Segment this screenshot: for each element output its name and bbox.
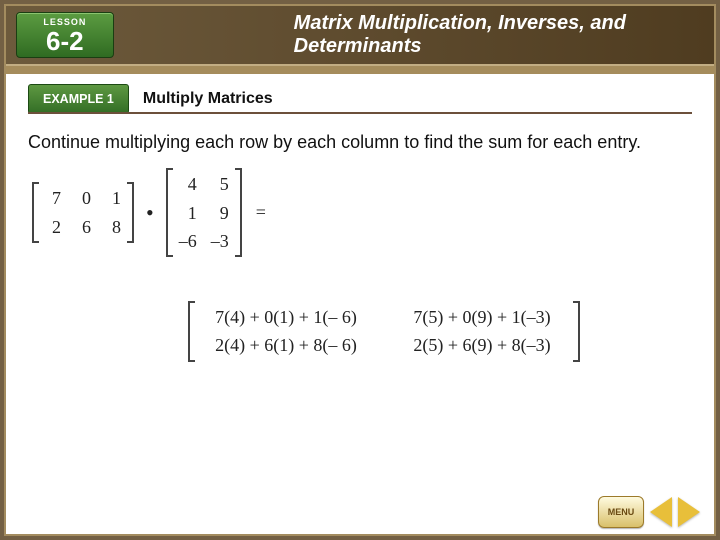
matrix-a-cell: 7: [45, 186, 61, 210]
matrix-b-cell: –3: [211, 229, 229, 253]
bracket-left-icon: [166, 168, 173, 257]
example-title: Multiply Matrices: [129, 84, 273, 114]
matrix-b-cell: 1: [181, 201, 197, 225]
equals-operator: =: [252, 202, 270, 223]
header-band: LESSON 6-2 Matrix Multiplication, Invers…: [6, 6, 714, 64]
prev-button[interactable]: [650, 497, 672, 527]
matrix-a-cell: 6: [75, 215, 91, 239]
result-matrix: 7(4) + 0(1) + 1(– 6) 2(4) + 6(1) + 8(– 6…: [188, 301, 692, 367]
result-cell: 2(4) + 6(1) + 8(– 6): [201, 333, 371, 357]
matrix-b-cell: 9: [213, 201, 229, 225]
bracket-right-icon: [235, 168, 242, 257]
footer-nav: MENU: [598, 496, 700, 528]
result-cell: 7(4) + 0(1) + 1(– 6): [201, 305, 371, 329]
matrix-a-cell: 2: [45, 215, 61, 239]
menu-button[interactable]: MENU: [598, 496, 644, 528]
bracket-left-icon: [188, 301, 195, 362]
slide-inner: LESSON 6-2 Matrix Multiplication, Invers…: [4, 4, 716, 536]
bracket-left-icon: [32, 182, 39, 243]
content-area: EXAMPLE 1 Multiply Matrices Continue mul…: [6, 74, 714, 367]
equation: 7 2 0 6 1 8 •: [32, 168, 692, 257]
sub-band: [6, 66, 714, 74]
next-button[interactable]: [678, 497, 700, 527]
bracket-right-icon: [127, 182, 134, 243]
lesson-number: 6-2: [17, 28, 113, 54]
lesson-badge: LESSON 6-2: [16, 12, 114, 58]
matrix-b: 4 1 –6 5 9 –3: [166, 168, 242, 257]
matrix-b-cell: 5: [213, 172, 229, 196]
slide: LESSON 6-2 Matrix Multiplication, Invers…: [0, 0, 720, 540]
matrix-b-cell: 4: [181, 172, 197, 196]
example-header: EXAMPLE 1 Multiply Matrices: [28, 84, 692, 114]
lesson-label: LESSON: [17, 17, 113, 27]
matrix-a-cell: 1: [105, 186, 121, 210]
matrix-a-cell: 8: [105, 215, 121, 239]
result-cell: 2(5) + 6(9) + 8(–3): [397, 333, 567, 357]
bracket-right-icon: [573, 301, 580, 362]
matrix-a: 7 2 0 6 1 8: [32, 182, 134, 243]
result-cell: 7(5) + 0(9) + 1(–3): [397, 305, 567, 329]
matrix-b-cell: –6: [179, 229, 197, 253]
chapter-title: Matrix Multiplication, Inverses, and Det…: [294, 12, 714, 58]
example-badge: EXAMPLE 1: [28, 84, 129, 114]
instruction-text: Continue multiplying each row by each co…: [28, 130, 680, 154]
dot-operator: •: [144, 200, 156, 226]
matrix-a-cell: 0: [75, 186, 91, 210]
